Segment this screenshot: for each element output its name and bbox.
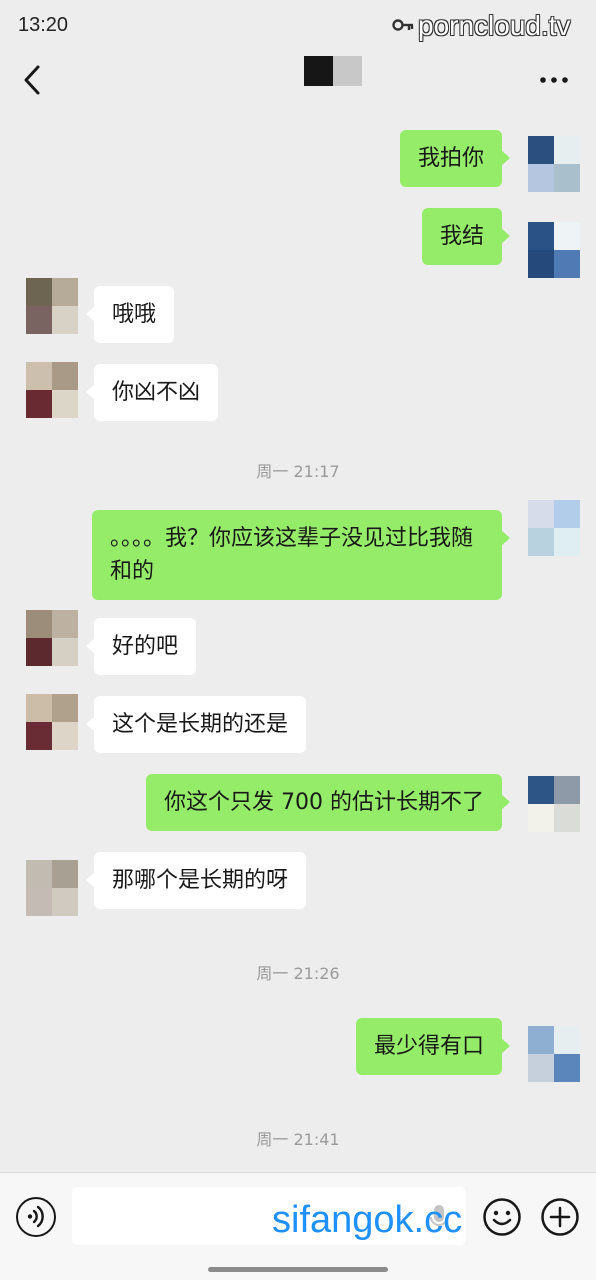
message-bubble-sent[interactable]: 我结	[421, 208, 511, 265]
input-bar: sifangok.cc	[0, 1172, 596, 1280]
avatar-self[interactable]	[528, 776, 580, 832]
watermark-top: porncloud.tv	[418, 10, 571, 41]
message-bubble-received[interactable]: 哦哦	[85, 286, 175, 343]
timestamp: 周一 21:26	[256, 964, 340, 983]
nav-bar	[0, 52, 596, 108]
more-options-button[interactable]	[536, 68, 572, 92]
key-icon	[392, 19, 414, 31]
message-bubble-sent[interactable]: 。。。。我？你应该这辈子没见过比我随和的	[92, 510, 510, 600]
avatar-contact[interactable]	[26, 362, 78, 418]
home-indicator	[208, 1267, 388, 1272]
watermark-bottom: sifangok.cc	[272, 1199, 463, 1241]
contact-name-redacted	[304, 56, 362, 86]
avatar-contact[interactable]	[26, 694, 78, 750]
status-bar: 13:20 porncloud.tv	[0, 0, 596, 52]
voice-input-button[interactable]	[16, 1197, 56, 1237]
plus-button[interactable]	[540, 1197, 580, 1237]
avatar-self[interactable]	[528, 222, 580, 278]
avatar-self[interactable]	[528, 500, 580, 556]
message-bubble-received[interactable]: 好的吧	[85, 618, 197, 675]
avatar-contact[interactable]	[26, 860, 78, 916]
voice-icon	[27, 1205, 44, 1228]
timestamp: 周一 21:17	[256, 462, 340, 481]
message-bubble-sent[interactable]: 最少得有口	[355, 1018, 511, 1075]
timestamp: 周一 21:41	[256, 1130, 340, 1149]
avatar-self[interactable]	[528, 136, 580, 192]
message-bubble-sent[interactable]: 你这个只发 700 的估计长期不了	[146, 774, 510, 831]
message-bubble-sent[interactable]: 我拍你	[399, 130, 511, 187]
avatar-contact[interactable]	[26, 278, 78, 334]
message-bubble-received[interactable]: 你凶不凶	[85, 364, 219, 421]
avatar-contact[interactable]	[26, 610, 78, 666]
back-button[interactable]	[18, 62, 48, 98]
message-bubble-received[interactable]: 这个是长期的还是	[85, 696, 307, 753]
message-bubble-received[interactable]: 那哪个是长期的呀	[85, 852, 307, 909]
status-time: 13:20	[18, 14, 69, 36]
avatar-self[interactable]	[528, 1026, 580, 1082]
emoji-button[interactable]	[482, 1197, 522, 1237]
